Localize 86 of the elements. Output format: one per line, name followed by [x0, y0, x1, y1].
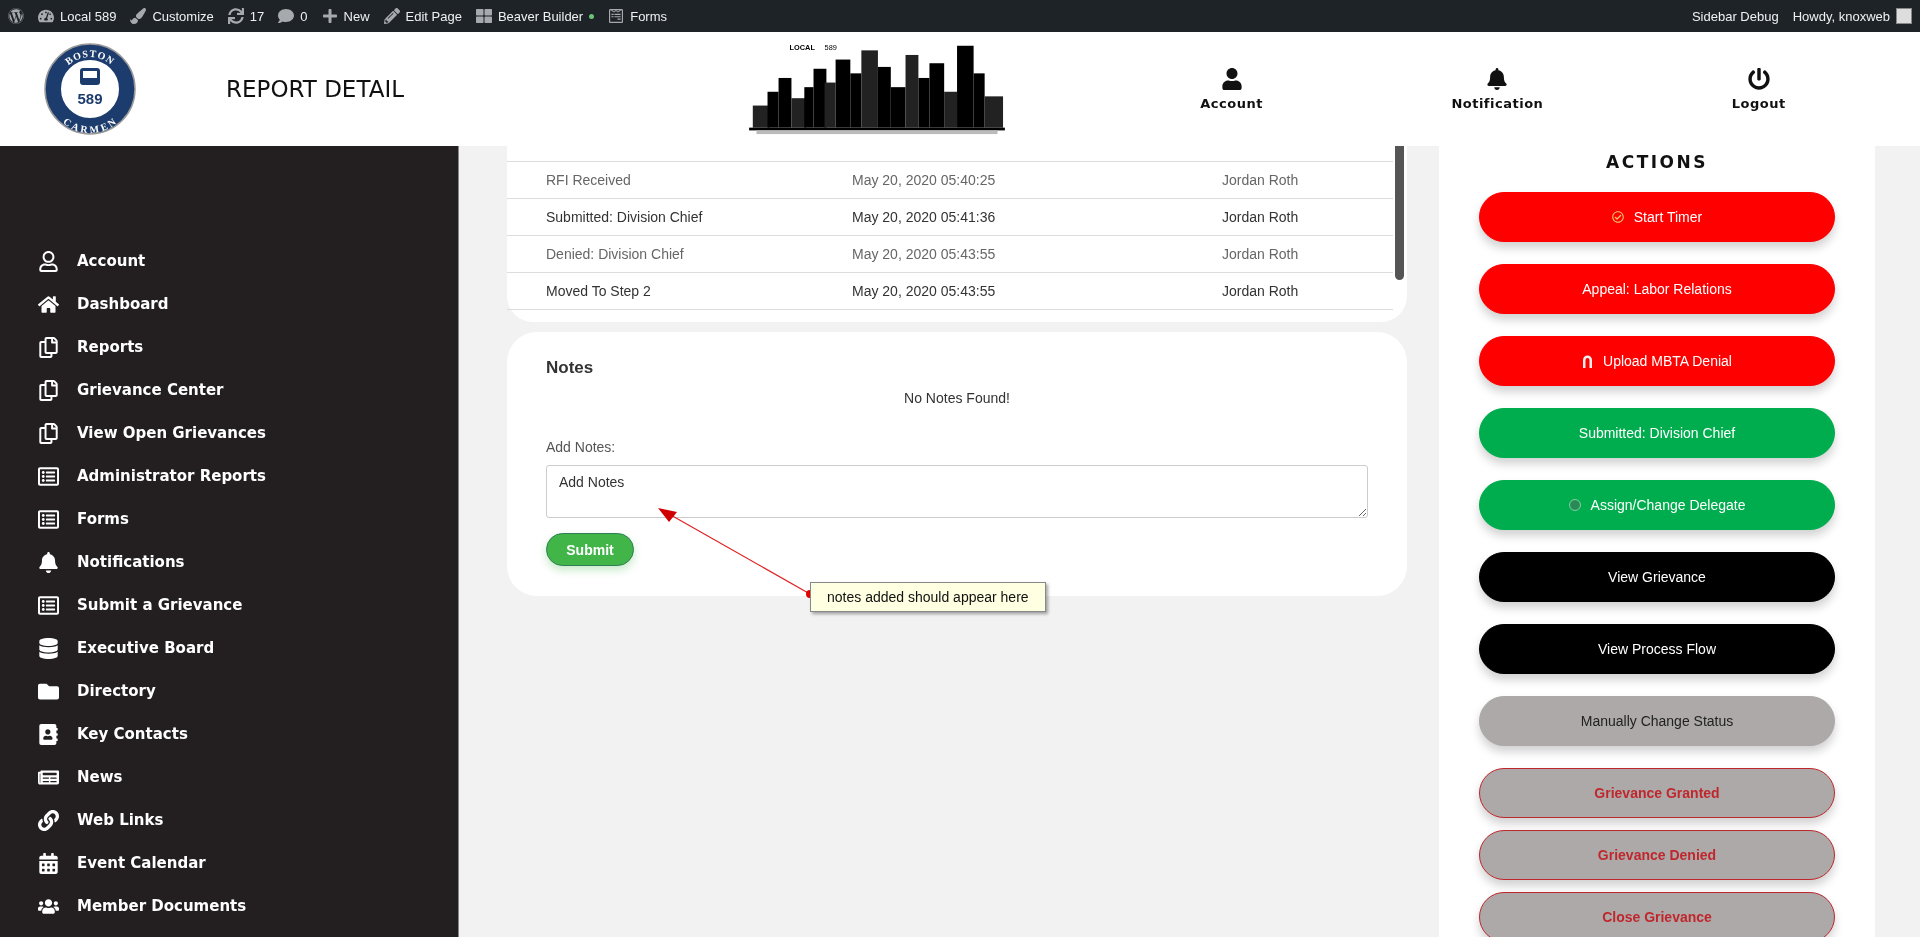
bell-icon [38, 551, 59, 573]
sidebar-item[interactable]: Web Links [38, 804, 458, 836]
sidebar-item[interactable]: Event Calendar [38, 847, 458, 879]
table-cell-text: Jordan Roth [1222, 246, 1300, 262]
link-icon [38, 809, 59, 831]
admin-bar-link[interactable]: Local 589 [60, 8, 117, 24]
sidebar-item[interactable]: Directory [38, 675, 458, 707]
table-cell-text: Denied: Division Chief [546, 246, 685, 262]
copy-icon [38, 422, 59, 444]
action-button[interactable]: Manually Change Status [1479, 696, 1835, 746]
action-button[interactable]: View Grievance [1479, 552, 1835, 602]
form-icon [38, 594, 59, 616]
action-button[interactable]: Upload MBTA Denial [1479, 336, 1835, 386]
home-icon [38, 293, 59, 315]
table-cell-text: May 20, 2020 05:43:55 [852, 246, 997, 262]
table-cell-text: Jordan Roth [1222, 209, 1300, 225]
sidebar-item[interactable]: Key Contacts [38, 718, 458, 750]
table-cell-text: Submitted: Division Chief [546, 209, 704, 225]
header-nav-link[interactable]: Notification [1451, 67, 1544, 111]
table-cell-text: May 20, 2020 05:43:55 [852, 283, 997, 299]
notes-title: Notes [546, 358, 595, 378]
page-title: REPORT DETAIL [226, 76, 405, 102]
form-icon [38, 465, 59, 487]
wordpress-logo-icon[interactable] [8, 8, 24, 24]
table-cell-text: May 20, 2020 05:40:25 [852, 172, 997, 188]
admin-bar-link[interactable]: Beaver Builder [497, 8, 584, 24]
copy-icon [38, 379, 59, 401]
gauge-icon [38, 8, 54, 24]
sidebar-item[interactable]: Member Documents [38, 890, 458, 922]
admin-bar-link[interactable]: 17 [249, 8, 265, 24]
avatar-icon[interactable] [1896, 8, 1912, 24]
sidebar-item[interactable]: Executive Board [38, 632, 458, 664]
action-button[interactable]: Appeal: Labor Relations [1479, 264, 1835, 314]
scrollbar-thumb[interactable] [1395, 146, 1404, 280]
status-dot [589, 13, 595, 19]
bell-icon [1486, 67, 1509, 90]
header-nav-link[interactable]: Account [1200, 67, 1263, 111]
form-icon [38, 508, 59, 530]
sidebar-item[interactable]: Notifications [38, 546, 458, 578]
database-icon [38, 637, 59, 659]
form-icon [608, 8, 625, 24]
sidebar-item[interactable]: View Open Grievances [38, 417, 458, 449]
plus-icon [321, 8, 338, 24]
refresh-icon [227, 8, 244, 24]
notes-field[interactable]: Add Notes [546, 465, 1368, 518]
admin-bar-link[interactable]: Forms [630, 8, 668, 24]
sidebar-item[interactable]: Administrator Reports [38, 460, 458, 492]
copy-icon [38, 336, 59, 358]
user-icon [1220, 67, 1243, 90]
admin-bar-link[interactable]: Edit Page [405, 8, 462, 24]
table-cell-text: Moved To Step 2 [546, 283, 652, 299]
sidebar-item[interactable]: Grievance Center [38, 374, 458, 406]
calendar-icon [38, 852, 59, 874]
sidebar-item[interactable]: Forms [38, 503, 458, 535]
union-logo: BOSTON CARMEN 589 [44, 42, 136, 136]
circle-icon [1568, 499, 1581, 511]
admin-bar-link[interactable]: Sidebar Debug [1691, 8, 1779, 24]
action-button[interactable]: View Process Flow [1479, 624, 1835, 674]
sidebar-item[interactable]: Reports [38, 331, 458, 363]
table-cell-text: Jordan Roth [1222, 283, 1300, 299]
admin-bar-link[interactable]: Howdy, knoxweb [1792, 8, 1890, 24]
magnet-icon [1582, 354, 1594, 368]
brush-icon [130, 8, 147, 24]
grid-icon [475, 8, 492, 24]
table-cell-text: Jordan Roth [1222, 172, 1300, 188]
user-icon [38, 250, 59, 272]
annotation-note: notes added should appear here [810, 582, 1046, 612]
empty-message: No Notes Found! [903, 390, 1011, 406]
action-button[interactable]: Start Timer [1479, 192, 1835, 242]
sidebar-item[interactable]: Dashboard [38, 288, 458, 320]
sidebar-item[interactable]: Submit a Grievance [38, 589, 458, 621]
city-skyline-drawing: LOCAL 589 [738, 43, 1016, 135]
field-label: Add Notes: [546, 439, 617, 455]
contact-card-icon [38, 723, 59, 745]
table-cell-text: May 20, 2020 05:41:36 [852, 209, 997, 225]
sidebar-item[interactable]: Account [38, 245, 458, 277]
header-nav-link[interactable]: Logout [1731, 67, 1786, 111]
actions-title: ACTIONS [1605, 152, 1709, 172]
pencil-icon [383, 8, 400, 24]
admin-bar-link[interactable]: Customize [152, 8, 214, 24]
admin-bar-link[interactable]: 0 [300, 8, 308, 24]
power-icon [1747, 67, 1770, 90]
table-cell-text: RFI Received [546, 172, 632, 188]
sidebar-item[interactable]: News [38, 761, 458, 793]
comment-icon [278, 8, 295, 24]
admin-bar-link[interactable]: New [343, 8, 370, 24]
